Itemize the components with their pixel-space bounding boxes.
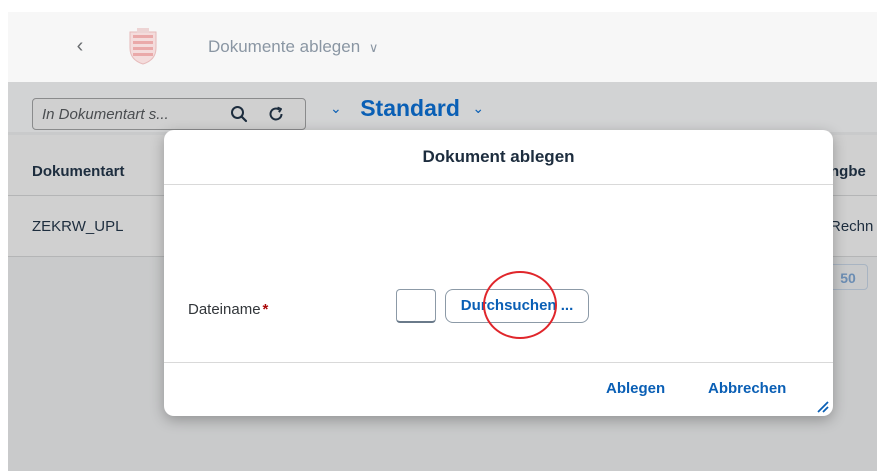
coat-of-arms-logo [128,26,158,66]
column-header-truncated[interactable]: ngbe [830,163,866,180]
file-name-label: Dateiname * [188,301,268,318]
file-name-label-text: Dateiname [188,301,261,318]
dialog-title: Dokument ablegen [422,147,575,166]
search-icon[interactable] [227,102,251,126]
chevron-down-icon[interactable]: ⌄ [472,100,484,116]
table-toolbar: In Dokumentart s... ⌄ Standard ⌄ [8,82,877,132]
search-field[interactable]: In Dokumentart s... [32,98,306,130]
dokument-ablegen-dialog: Dokument ablegen Dateiname * Durchsuchen … [164,130,833,416]
chevron-left-icon: ‹ [76,35,84,57]
search-input[interactable]: In Dokumentart s... [42,106,212,123]
app-title: Dokumente ablegen [208,37,361,56]
back-button[interactable]: ‹ [68,34,92,58]
ablegen-button[interactable]: Ablegen [606,380,665,397]
resize-handle-icon[interactable] [815,399,829,413]
cell-doc-type: ZEKRW_UPL [32,218,124,235]
shell-bar: ‹ Dokumente ablegen ∨ [8,12,877,83]
abbrechen-button[interactable]: Abbrechen [708,380,786,397]
required-marker: * [262,301,269,318]
chevron-down-icon: ∨ [368,40,379,55]
chevron-down-icon[interactable]: ⌄ [330,100,342,116]
app-title-menu[interactable]: Dokumente ablegen ∨ [208,37,378,57]
refresh-icon[interactable] [264,102,288,126]
dialog-header: Dokument ablegen [164,130,833,185]
variant-management[interactable]: ⌄ Standard ⌄ [330,95,484,122]
cell-truncated: Rechn [830,218,874,235]
file-name-input[interactable] [396,289,436,323]
dialog-footer: Ablegen Abbrechen [164,362,833,416]
column-header-dokumentart[interactable]: Dokumentart [32,163,125,180]
browse-button[interactable]: Durchsuchen ... [445,289,589,323]
variant-label: Standard [360,95,460,121]
growing-threshold-button[interactable]: 50 [828,264,868,290]
